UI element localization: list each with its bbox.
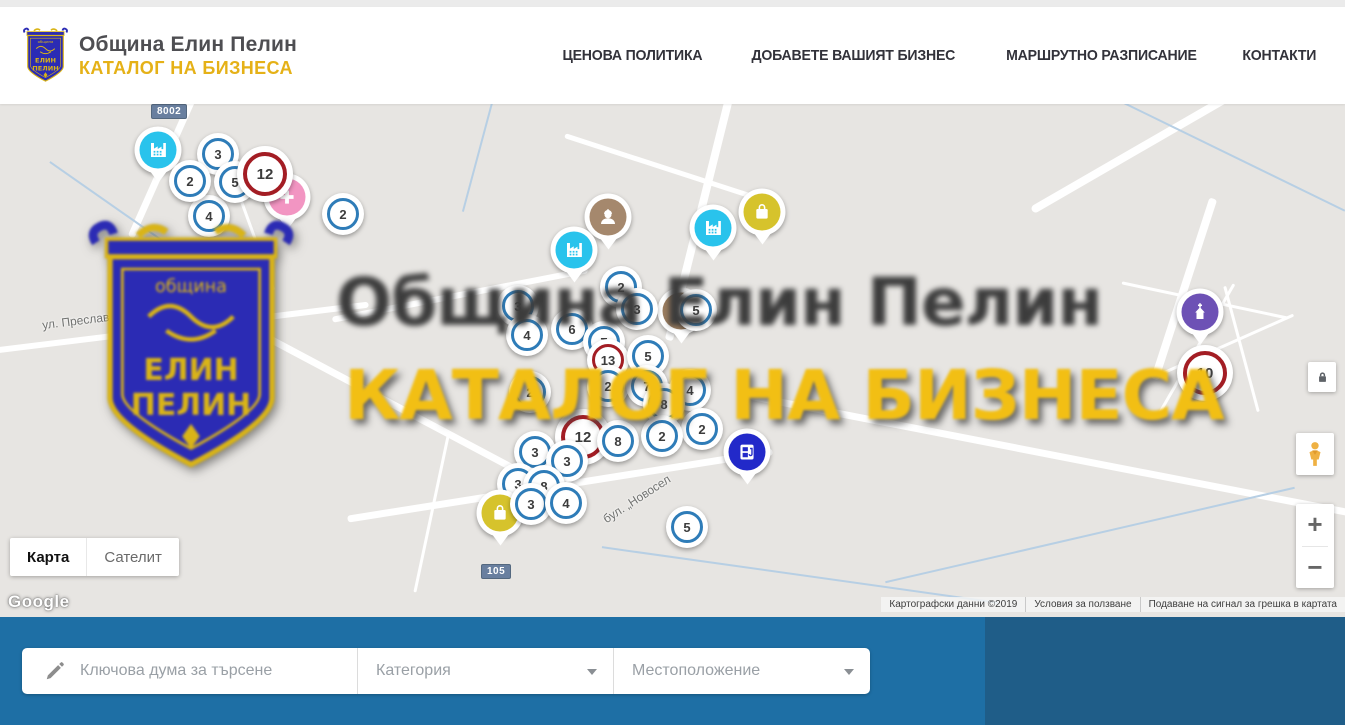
map-cluster-marker[interactable]: 4 [545, 482, 587, 524]
nav-item-pricing[interactable]: ЦЕНОВА ПОЛИТИКА [563, 47, 703, 64]
worker-icon [598, 207, 619, 228]
chevron-down-icon [587, 669, 597, 680]
brand-logo[interactable]: Община Елин Пелин КАТАЛОГ НА БИЗНЕСА [22, 27, 297, 85]
map-attribution: Картографски данни ©2019Условия за ползв… [881, 597, 1345, 612]
cluster-count: 5 [671, 511, 703, 543]
map-type-satellite-button[interactable]: Сателит [86, 538, 179, 576]
map-road [1030, 104, 1320, 214]
zoom-out-button[interactable]: − [1296, 547, 1334, 589]
nav-item-add-business[interactable]: ДОБАВЕТЕ ВАШИЯТ БИЗНЕС [751, 47, 955, 64]
map-water-line [602, 546, 998, 604]
google-logo[interactable]: Google [8, 592, 70, 612]
site-subtitle: КАТАЛОГ НА БИЗНЕСА [79, 58, 297, 79]
street-label: ул. Преслав [41, 310, 110, 332]
category-dropdown[interactable]: Категория [358, 648, 613, 694]
header: Община Елин Пелин КАТАЛОГ НА БИЗНЕСА ЦЕН… [0, 7, 1345, 104]
map-cluster-marker[interactable]: 8 [597, 420, 639, 462]
map-cluster-marker[interactable]: 2 [641, 415, 683, 457]
chevron-down-icon [844, 669, 854, 680]
bag-icon [490, 503, 511, 524]
factory-icon [148, 140, 169, 161]
map-cluster-marker[interactable]: 5 [675, 289, 717, 331]
cluster-count: 2 [646, 420, 678, 452]
zoom-in-button[interactable]: + [1296, 504, 1334, 546]
map-cluster-marker[interactable]: 2 [322, 193, 364, 235]
main-nav: ЦЕНОВА ПОЛИТИКА ДОБАВЕТЕ ВАШИЯТ БИЗНЕС М… [558, 47, 1319, 64]
report-map-error-link[interactable]: Подаване на сигнал за грешка в картата [1140, 597, 1345, 612]
cluster-count: 12 [243, 152, 287, 196]
map-cluster-marker[interactable]: 2 [587, 365, 629, 407]
site-title: Община Елин Пелин [79, 33, 297, 57]
keyword-input[interactable] [80, 662, 330, 680]
google-map[interactable]: ул. Преславбул. „Новосел8002105 43251222… [0, 104, 1345, 617]
pegman-icon [1304, 441, 1326, 467]
top-strip [0, 0, 1345, 7]
municipality-crest-logo [22, 27, 69, 85]
watermark-crest [85, 218, 297, 482]
zoom-control: + − [1296, 504, 1334, 588]
map-type-map-button[interactable]: Карта [10, 538, 86, 576]
factory-icon [564, 240, 585, 261]
cluster-count: 2 [327, 198, 359, 230]
cluster-count: 10 [1183, 351, 1227, 395]
map-pin-shopping[interactable] [739, 189, 786, 236]
terms-of-use-link[interactable]: Условия за ползване [1025, 597, 1139, 612]
map-road [750, 393, 1345, 518]
cluster-count: 2 [592, 370, 624, 402]
cluster-count: 2 [514, 376, 546, 408]
location-dropdown-label: Местоположение [632, 662, 760, 680]
cluster-count: 4 [511, 319, 543, 351]
cluster-count: 3 [621, 293, 653, 325]
street-view-pegman-button[interactable] [1296, 433, 1334, 475]
map-type-control: Карта Сателит [10, 538, 179, 576]
watermark-subtitle: КАТАЛОГ НА БИЗНЕСА [344, 356, 1224, 436]
search-field-group: Категория Местоположение [22, 648, 870, 694]
map-road [332, 267, 588, 323]
keyword-field[interactable] [22, 648, 357, 694]
map-lock-button[interactable] [1308, 362, 1336, 392]
search-bar-right-panel [985, 617, 1345, 725]
road-number-badge: 105 [481, 564, 511, 579]
map-road [564, 133, 756, 200]
fuel-icon [737, 442, 758, 463]
map-data-copyright: Картографски данни ©2019 [881, 597, 1025, 612]
search-bar: Категория Местоположение ТЪРСЕНЕ [0, 617, 1345, 725]
nav-item-route-schedule[interactable]: МАРШРУТНО РАЗПИСАНИЕ [1006, 47, 1197, 64]
cluster-count: 3 [515, 488, 547, 520]
map-cluster-marker[interactable]: 2 [169, 160, 211, 202]
pencil-icon [44, 660, 66, 682]
cluster-count: 5 [680, 294, 712, 326]
location-dropdown[interactable]: Местоположение [614, 648, 870, 694]
watermark-title: Община Елин Пелин [336, 264, 1102, 341]
cluster-count: 4 [550, 487, 582, 519]
cluster-count: 2 [686, 413, 718, 445]
map-cluster-marker[interactable]: 10 [1177, 345, 1233, 401]
map-cluster-marker[interactable]: 5 [666, 506, 708, 548]
factory-icon [703, 218, 724, 239]
bag-icon [752, 202, 773, 223]
map-water-line [885, 487, 1295, 583]
cluster-count: 4 [193, 200, 225, 232]
map-cluster-marker[interactable]: 4 [506, 314, 548, 356]
map-road [413, 435, 449, 592]
map-pin-factory[interactable] [690, 205, 737, 252]
cluster-count: 2 [174, 165, 206, 197]
map-water-line [462, 104, 500, 212]
church-icon [1190, 302, 1211, 323]
map-pin-factory[interactable] [551, 227, 598, 274]
lock-icon [1315, 370, 1330, 385]
nav-item-contacts[interactable]: КОНТАКТИ [1243, 47, 1317, 64]
map-pin-gas-station[interactable] [724, 429, 771, 476]
cluster-count: 8 [602, 425, 634, 457]
map-pin-church[interactable] [1177, 289, 1224, 336]
map-cluster-marker[interactable]: 12 [237, 146, 293, 202]
map-cluster-marker[interactable]: 2 [509, 371, 551, 413]
category-dropdown-label: Категория [376, 662, 451, 680]
page: община ЕЛИН ПЕЛИН Община Елин Пелин КАТА… [0, 0, 1345, 725]
map-cluster-marker[interactable]: 2 [681, 408, 723, 450]
road-number-badge: 8002 [151, 104, 187, 119]
